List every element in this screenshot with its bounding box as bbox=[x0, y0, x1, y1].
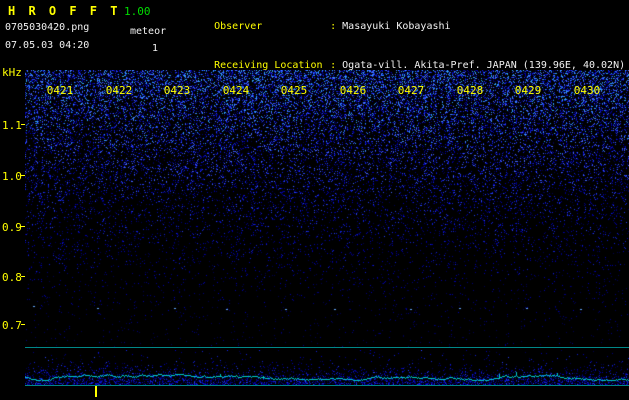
y-axis-tick bbox=[21, 124, 25, 125]
time-tick-label: 0424 bbox=[222, 84, 250, 97]
spectrogram-canvas bbox=[25, 70, 629, 347]
time-tick-label: 0425 bbox=[280, 84, 308, 97]
y-tick-label: 0.8 bbox=[2, 271, 22, 284]
info-value: Masayuki Kobayashi bbox=[342, 21, 451, 32]
hrofft-output-window: H R O F F T 1.00 0705030420.png meteor 0… bbox=[0, 0, 629, 400]
panel-divider bbox=[25, 385, 629, 386]
event-time-marker bbox=[95, 386, 97, 397]
y-tick-label: 1.0 bbox=[2, 170, 22, 183]
signal-strip-canvas bbox=[25, 350, 629, 385]
y-tick-label: 0.7 bbox=[2, 319, 22, 332]
y-tick-label: 0.9 bbox=[2, 221, 22, 234]
output-filename: 0705030420.png bbox=[5, 22, 90, 33]
y-axis-tick bbox=[21, 226, 25, 227]
mode-label: meteor bbox=[130, 26, 167, 37]
time-tick-label: 0423 bbox=[163, 84, 191, 97]
y-tick-label: 1.1 bbox=[2, 119, 22, 132]
info-label: Observer bbox=[214, 21, 263, 32]
time-tick-label: 0422 bbox=[105, 84, 133, 97]
y-axis-tick bbox=[21, 175, 25, 176]
time-tick-label: 0430 bbox=[573, 84, 601, 97]
panel-divider bbox=[25, 347, 629, 348]
y-axis-unit: kHz bbox=[2, 66, 22, 79]
app-version: 1.00 bbox=[124, 5, 151, 18]
y-axis-tick bbox=[21, 324, 25, 325]
meteor-count: 1 bbox=[152, 43, 159, 54]
time-tick-label: 0421 bbox=[46, 84, 74, 97]
colon: : bbox=[330, 21, 337, 32]
datetime-label: 07.05.03 04:20 bbox=[5, 40, 90, 51]
info-line-observer: Observer: Masayuki Kobayashi bbox=[178, 7, 625, 46]
y-axis-tick bbox=[21, 276, 25, 277]
time-tick-label: 0429 bbox=[514, 84, 542, 97]
time-tick-label: 0427 bbox=[397, 84, 425, 97]
time-tick-label: 0428 bbox=[456, 84, 484, 97]
app-title: H R O F F T bbox=[8, 4, 121, 18]
time-tick-label: 0426 bbox=[339, 84, 367, 97]
